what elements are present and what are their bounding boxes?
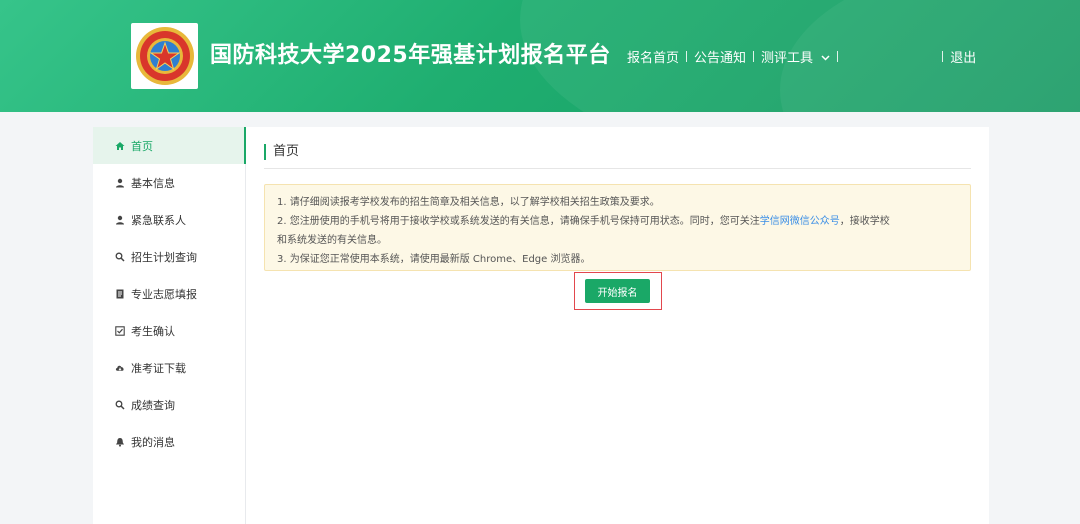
sidebar-item-label: 考生确认 — [131, 324, 175, 338]
nav-home[interactable]: 报名首页 — [627, 47, 679, 66]
sidebar-item-admission-ticket[interactable]: 准考证下载 — [93, 349, 245, 386]
sidebar-item-label: 成绩查询 — [131, 398, 175, 412]
sidebar-item-label: 我的消息 — [131, 435, 175, 449]
checkbox-icon — [115, 325, 125, 336]
sidebar-item-candidate-confirm[interactable]: 考生确认 — [93, 312, 245, 349]
nav-assessment-label: 测评工具 — [761, 50, 814, 66]
sidebar-item-basic-info[interactable]: 基本信息 — [93, 164, 245, 201]
site-title: 国防科技大学2025年强基计划报名平台 — [210, 43, 611, 68]
highlight-box: 开始报名 — [574, 272, 662, 310]
wechat-account-link[interactable]: 学信网微信公众号 — [760, 216, 840, 227]
start-registration-button[interactable]: 开始报名 — [585, 279, 650, 303]
nav-divider — [753, 50, 755, 62]
sidebar-item-label: 招生计划查询 — [131, 250, 197, 264]
university-logo[interactable] — [131, 23, 198, 89]
sidebar-item-home[interactable]: 首页 — [93, 127, 246, 164]
sidebar-item-label: 专业志愿填报 — [131, 287, 197, 301]
document-icon — [115, 289, 125, 299]
sidebar-item-label: 准考证下载 — [131, 361, 186, 375]
nav-announcements[interactable]: 公告通知 — [694, 47, 746, 66]
sidebar-item-label: 基本信息 — [131, 176, 175, 190]
nav-assessment-tools[interactable]: 测评工具 — [761, 47, 830, 66]
notice-line-2-text-end: ，接收学校 — [839, 216, 890, 227]
user-icon — [115, 215, 125, 225]
main-content: 首页 1. 请仔细阅读报考学校发布的招生简章及相关信息，以了解学校相关招生政策及… — [246, 127, 989, 524]
title-accent-bar — [264, 144, 266, 160]
sidebar-item-label: 紧急联系人 — [131, 213, 186, 227]
search-icon — [115, 252, 125, 262]
sidebar-item-major-application[interactable]: 专业志愿填报 — [93, 275, 245, 312]
bell-icon — [115, 437, 125, 447]
notice-line-3: 3. 为保证您正常使用本系统，请使用最新版 Chrome、Edge 浏览器。 — [277, 254, 591, 265]
page-title: 首页 — [273, 144, 300, 159]
notice-line-2-text: 2. 您注册使用的手机号将用于接收学校或系统发送的有关信息，请确保手机号保持可用… — [277, 216, 760, 227]
search-icon — [115, 400, 125, 410]
notice-line-2-continued: 和系统发送的有关信息。 — [277, 235, 387, 246]
sidebar-item-label: 首页 — [131, 139, 153, 153]
sidebar-item-enrollment-plan[interactable]: 招生计划查询 — [93, 238, 245, 275]
nav-divider — [942, 50, 944, 62]
chevron-down-icon — [821, 55, 830, 61]
page-header: 首页 — [264, 143, 971, 169]
top-nav: 报名首页 公告通知 测评工具 退出 — [627, 46, 976, 66]
cloud-download-icon — [115, 363, 125, 373]
user-icon — [115, 178, 125, 188]
emblem-icon — [135, 27, 194, 85]
sidebar-item-score-query[interactable]: 成绩查询 — [93, 386, 245, 423]
sidebar-item-emergency-contact[interactable]: 紧急联系人 — [93, 201, 245, 238]
sidebar-item-my-messages[interactable]: 我的消息 — [93, 423, 245, 460]
nav-divider — [837, 50, 839, 62]
sidebar: 首页 基本信息 紧急联系人 招生计划查询 专业志愿填报 考生确认 准考证下载 成… — [93, 127, 246, 524]
logout-link[interactable]: 退出 — [950, 47, 976, 66]
notice-line-1: 1. 请仔细阅读报考学校发布的招生简章及相关信息，以了解学校相关招生政策及要求。 — [277, 197, 660, 208]
nav-divider — [686, 50, 688, 62]
notice-box: 1. 请仔细阅读报考学校发布的招生简章及相关信息，以了解学校相关招生政策及要求。… — [264, 184, 971, 271]
top-header: 国防科技大学2025年强基计划报名平台 报名首页 公告通知 测评工具 退出 — [0, 0, 1080, 112]
notice-line-2: 2. 您注册使用的手机号将用于接收学校或系统发送的有关信息，请确保手机号保持可用… — [277, 212, 958, 231]
home-icon — [115, 141, 125, 151]
